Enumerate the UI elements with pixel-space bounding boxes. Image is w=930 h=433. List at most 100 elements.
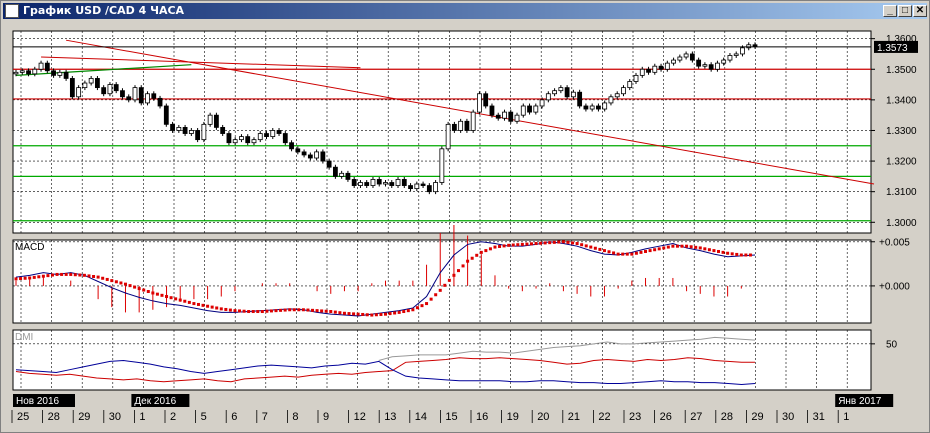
candle-body xyxy=(652,65,658,73)
candle-body xyxy=(658,65,664,70)
day-tick-label: 8 xyxy=(292,411,298,423)
macd-signal-dot xyxy=(557,240,561,244)
candle-body xyxy=(207,114,213,125)
candle-body xyxy=(677,56,683,61)
candle-body xyxy=(414,183,420,190)
month-label: Янв 2017 xyxy=(838,396,882,407)
macd-signal-dot xyxy=(689,245,693,249)
macd-signal-dot xyxy=(502,244,506,248)
macd-signal-dot xyxy=(128,284,132,288)
macd-signal-dot xyxy=(55,272,59,276)
day-tick-label: 27 xyxy=(690,411,702,423)
candle-body xyxy=(389,182,395,186)
candle-body xyxy=(708,64,714,70)
candle-body xyxy=(502,111,507,119)
macd-signal-dot xyxy=(50,273,54,277)
candle-body xyxy=(113,84,119,92)
candle-body xyxy=(245,136,251,144)
candle-body xyxy=(458,120,464,131)
macd-signal-dot xyxy=(301,308,305,312)
day-tick-label: 6 xyxy=(231,411,237,423)
macd-signal-dot xyxy=(648,249,652,253)
macd-signal-dot xyxy=(552,240,556,244)
candle-body xyxy=(577,91,583,107)
maximize-button[interactable]: □ xyxy=(898,5,912,17)
macd-signal-dot xyxy=(548,241,552,245)
macd-signal-dot xyxy=(730,252,734,256)
day-tick-label: 22 xyxy=(598,411,610,423)
macd-signal-dot xyxy=(260,310,264,314)
macd-signal-dot xyxy=(607,250,611,254)
macd-signal-dot xyxy=(420,304,424,308)
candle-body xyxy=(214,114,219,128)
macd-signal-dot xyxy=(32,275,36,279)
macd-signal-dot xyxy=(675,244,679,248)
macd-signal-dot xyxy=(251,310,255,314)
macd-signal-dot xyxy=(561,240,565,244)
day-tick-label: 15 xyxy=(445,411,457,423)
candle-body xyxy=(570,91,576,98)
candle-body xyxy=(201,123,207,141)
macd-signal-dot xyxy=(534,242,538,246)
macd-signal-dot xyxy=(685,244,689,248)
macd-signal-dot xyxy=(429,297,433,301)
candle-body xyxy=(639,68,645,76)
minimize-button[interactable]: _ xyxy=(883,5,897,17)
title-bar[interactable]: График USD /CAD 4 ЧАСА _ □ ✕ xyxy=(3,3,927,19)
candle-body xyxy=(151,93,157,99)
month-label: Дек 2016 xyxy=(134,396,176,407)
macd-signal-dot xyxy=(657,247,661,251)
candle-body xyxy=(558,87,564,92)
candle-body xyxy=(426,185,432,193)
macd-signal-dot xyxy=(384,312,387,316)
candle-body xyxy=(57,71,63,76)
macd-signal-dot xyxy=(342,311,346,315)
price-tick-label: 1.3300 xyxy=(886,126,917,137)
day-tick-label: 19 xyxy=(507,411,519,423)
macd-signal-dot xyxy=(196,302,200,306)
candle-body xyxy=(683,53,689,58)
candle-body xyxy=(19,70,25,73)
macd-signal-dot xyxy=(37,275,41,279)
candle-body xyxy=(163,105,169,125)
candle-body xyxy=(395,179,401,186)
macd-signal-dot xyxy=(621,252,625,256)
macd-signal-dot xyxy=(662,246,666,250)
macd-signal-dot xyxy=(123,282,127,286)
day-tick-label: 21 xyxy=(568,411,580,423)
candle-body xyxy=(439,148,445,183)
candle-body xyxy=(539,99,545,107)
candle-body xyxy=(13,71,19,75)
macd-signal-dot xyxy=(356,312,360,316)
candle-body xyxy=(740,47,745,55)
macd-signal-dot xyxy=(28,276,32,280)
candle-body xyxy=(232,139,238,144)
day-tick-label: 31 xyxy=(813,411,825,423)
macd-signal-dot xyxy=(60,272,64,276)
candle-body xyxy=(564,87,570,98)
price-panel-frame xyxy=(12,30,872,234)
candle-body xyxy=(370,179,376,186)
candle-body xyxy=(433,182,439,193)
candle-body xyxy=(295,148,301,153)
close-button[interactable]: ✕ xyxy=(913,5,927,17)
candle-body xyxy=(107,84,113,95)
candle-body xyxy=(508,111,514,122)
candle-body xyxy=(95,78,100,89)
candle-body xyxy=(314,151,320,159)
macd-signal-dot xyxy=(14,277,18,281)
candle-body xyxy=(26,70,31,75)
macd-signal-dot xyxy=(192,302,196,306)
macd-signal-dot xyxy=(82,273,86,277)
macd-signal-dot xyxy=(96,275,100,279)
macd-signal-dot xyxy=(178,298,182,302)
macd-tick-label: +0.005 xyxy=(879,237,910,248)
macd-signal-dot xyxy=(488,247,492,251)
window-title: График USD /CAD 4 ЧАСА xyxy=(23,4,185,17)
macd-signal-dot xyxy=(639,250,643,254)
day-tick-label: 28 xyxy=(48,411,60,423)
chart-window: График USD /CAD 4 ЧАСА _ □ ✕ 1.3600 1.350… xyxy=(0,0,930,433)
macd-signal-dot xyxy=(315,309,319,313)
macd-signal-dot xyxy=(653,248,657,252)
candle-body xyxy=(376,179,382,185)
